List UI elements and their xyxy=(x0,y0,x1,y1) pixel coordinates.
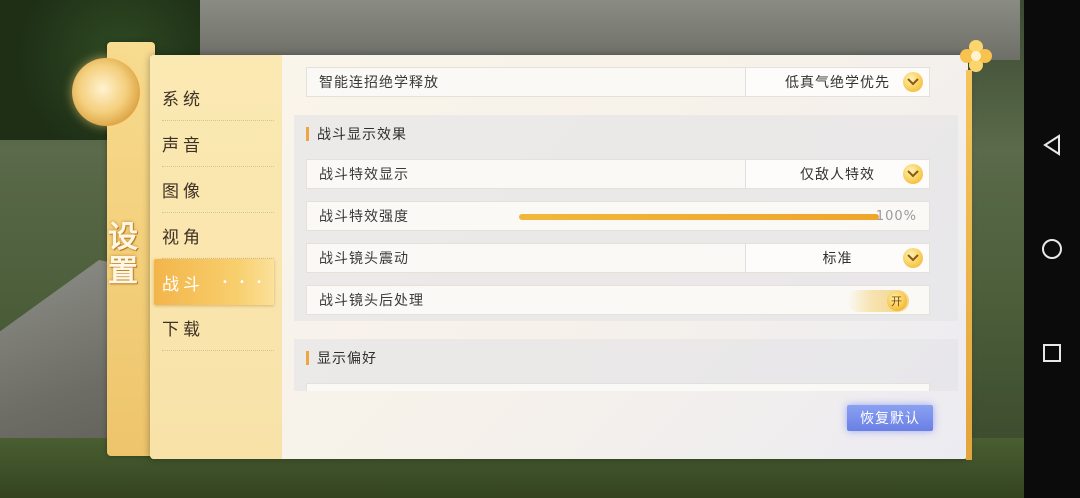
restore-default-button[interactable]: 恢复默认 xyxy=(847,405,933,431)
chevron-down-icon[interactable] xyxy=(903,248,923,268)
chevron-down-icon[interactable] xyxy=(903,164,923,184)
panel-edge-decoration xyxy=(966,70,972,460)
system-nav-bar xyxy=(1024,0,1080,498)
sidebar-item-label: 系统 xyxy=(162,90,204,110)
recents-icon[interactable] xyxy=(1040,341,1064,365)
combo-release-value: 低真气绝学优先 xyxy=(785,75,890,91)
combo-release-row: 智能连招绝学释放 低真气绝学优先 xyxy=(306,67,930,97)
battle-display-section: 战斗显示效果 战斗特效显示 仅敌人特效 战斗特效强度 100% 战斗镜头震动 标… xyxy=(294,115,958,321)
home-icon[interactable] xyxy=(1040,237,1064,261)
back-icon[interactable] xyxy=(1040,133,1064,157)
emblem-icon xyxy=(72,58,140,126)
effect-intensity-row: 战斗特效强度 100% xyxy=(306,201,930,231)
camera-shake-dropdown[interactable]: 标准 xyxy=(745,244,929,272)
list-item xyxy=(306,383,930,391)
sidebar-item-label: 图像 xyxy=(162,182,204,202)
sidebar-item-sound[interactable]: 声音 xyxy=(162,121,274,167)
window-title-char-2: 置 xyxy=(108,254,138,289)
effect-display-dropdown[interactable]: 仅敌人特效 xyxy=(745,160,929,188)
settings-sidebar: 系统 声音 图像 视角 战斗 • • • 下载 xyxy=(150,55,282,459)
effect-intensity-slider[interactable] xyxy=(519,214,879,220)
sidebar-item-label: 声音 xyxy=(162,136,204,156)
toggle-knob: 开 xyxy=(887,291,907,311)
background-rock xyxy=(200,0,1020,60)
effect-display-label: 战斗特效显示 xyxy=(319,167,409,183)
camera-postprocess-row: 战斗镜头后处理 开 xyxy=(306,285,930,315)
section-title: 显示偏好 xyxy=(306,345,958,371)
sidebar-item-label: 战斗 xyxy=(162,274,204,295)
combo-release-label: 智能连招绝学释放 xyxy=(319,75,439,91)
effect-intensity-label: 战斗特效强度 xyxy=(319,209,409,225)
camera-shake-label: 战斗镜头震动 xyxy=(319,251,409,267)
camera-postprocess-label: 战斗镜头后处理 xyxy=(319,293,424,309)
sidebar-item-camera[interactable]: 视角 xyxy=(162,213,274,259)
section-title: 战斗显示效果 xyxy=(306,121,958,147)
sidebar-item-system[interactable]: 系统 xyxy=(162,75,274,121)
settings-panel: 系统 声音 图像 视角 战斗 • • • 下载 智能连招绝学释放 低真气绝学优先 … xyxy=(150,55,968,459)
settings-content[interactable]: 智能连招绝学释放 低真气绝学优先 战斗显示效果 战斗特效显示 仅敌人特效 战斗特… xyxy=(294,67,958,391)
active-dots-icon: • • • xyxy=(221,276,266,288)
sidebar-item-graphics[interactable]: 图像 xyxy=(162,167,274,213)
camera-shake-value: 标准 xyxy=(822,251,853,267)
effect-display-row: 战斗特效显示 仅敌人特效 xyxy=(306,159,930,189)
display-pref-section: 显示偏好 xyxy=(294,339,958,391)
slider-fill xyxy=(519,214,879,220)
sidebar-item-combat[interactable]: 战斗 • • • xyxy=(154,259,274,305)
effect-display-value: 仅敌人特效 xyxy=(800,167,875,183)
effect-intensity-value: 100% xyxy=(875,208,917,224)
sidebar-item-download[interactable]: 下载 xyxy=(162,305,274,351)
sidebar-item-label: 下载 xyxy=(162,320,204,340)
camera-postprocess-toggle[interactable]: 开 xyxy=(847,290,909,312)
combo-release-dropdown[interactable]: 低真气绝学优先 xyxy=(745,68,929,96)
camera-shake-row: 战斗镜头震动 标准 xyxy=(306,243,930,273)
sidebar-item-label: 视角 xyxy=(162,228,204,248)
flower-icon xyxy=(958,38,994,74)
chevron-down-icon[interactable] xyxy=(903,72,923,92)
